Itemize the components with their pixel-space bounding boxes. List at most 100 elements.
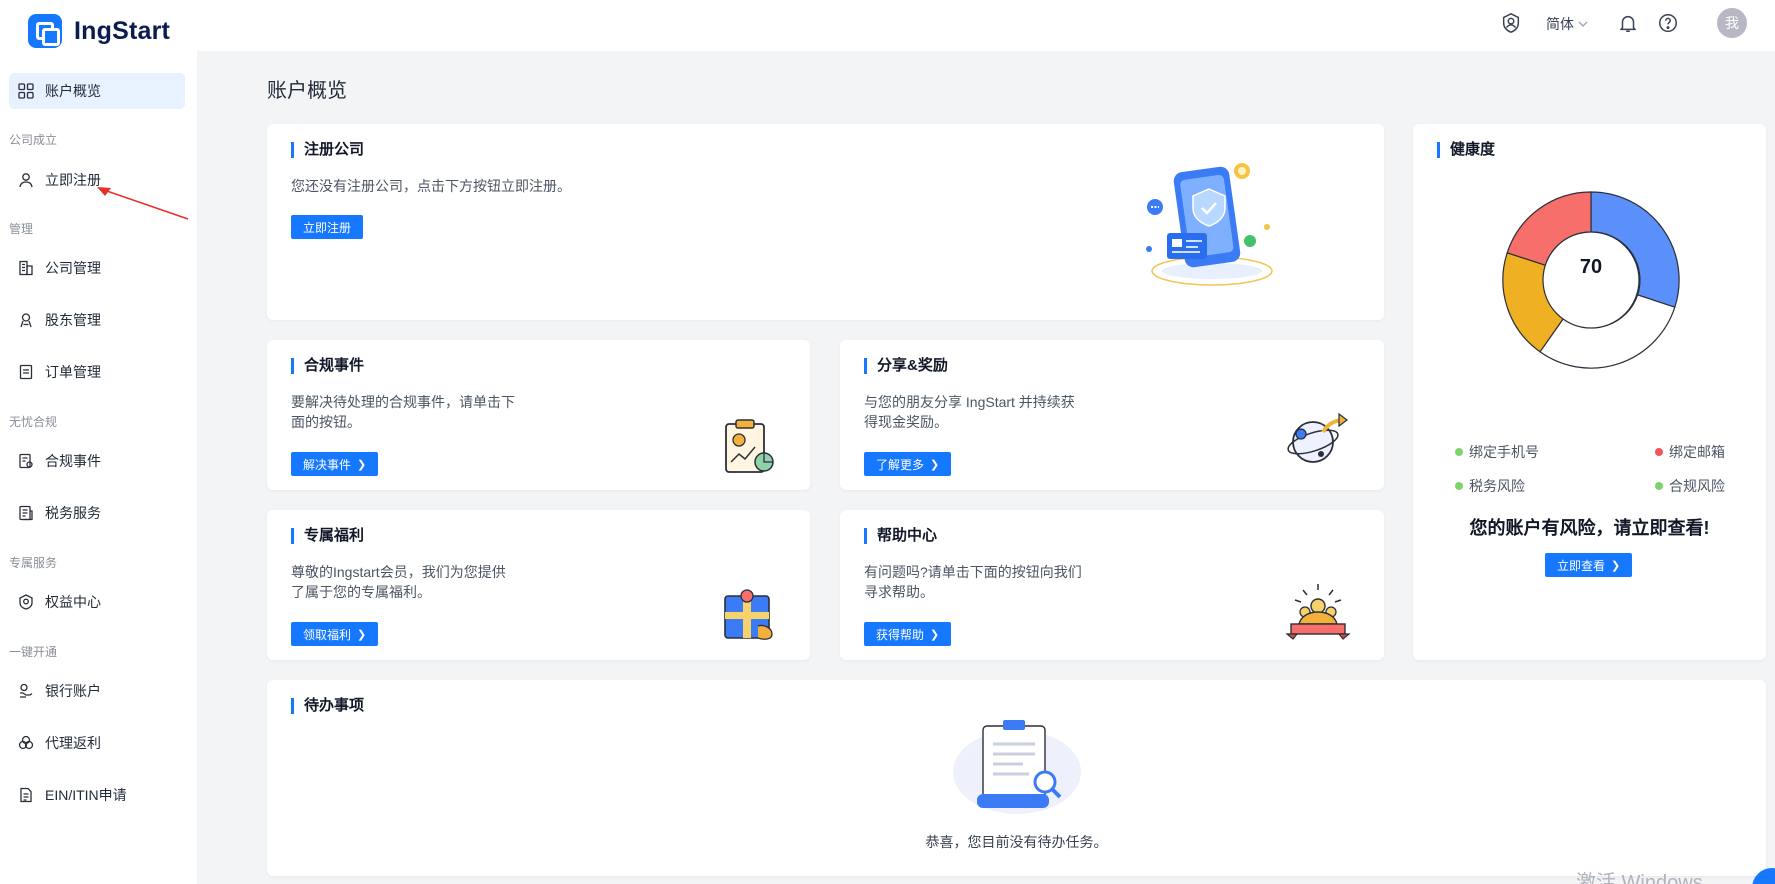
chevron-right-icon: ❯ (357, 458, 367, 471)
chevron-right-icon: ❯ (930, 628, 940, 641)
chevron-right-icon: ❯ (357, 628, 367, 641)
clipboard-chart-icon (725, 419, 774, 473)
sidebar-item-ein-itin[interactable]: EIN/ITIN申请 (9, 777, 185, 813)
todo-empty-text: 恭喜，您目前没有待办任务。 (925, 834, 1108, 850)
team-support-icon (1285, 584, 1351, 640)
health-donut-chart (1502, 191, 1680, 369)
section-company-setup: 公司成立 (9, 133, 58, 147)
risk-message: 您的账户有风险，请立即查看! (1469, 518, 1710, 538)
card-description: 要解决待处理的合规事件，请单击下 面的按钮。 (291, 394, 515, 430)
button-label: 领取福利 (303, 627, 352, 642)
card-title: 待办事项 (291, 698, 364, 714)
sidebar-item-tax-service[interactable]: 税务服务 (9, 495, 185, 531)
bell-icon[interactable] (1617, 12, 1639, 34)
status-ok-dot (1655, 482, 1663, 490)
brand-logo[interactable]: IngStart (28, 14, 170, 48)
legend-email: 绑定邮箱 (1655, 442, 1725, 462)
button-label: 获得帮助 (876, 627, 925, 642)
brand-logo-icon (28, 14, 62, 48)
sidebar-item-bank-account[interactable]: 银行账户 (9, 673, 185, 709)
user-shield-icon[interactable] (1500, 12, 1522, 34)
chevron-right-icon: ❯ (930, 458, 940, 471)
resolve-events-button[interactable]: 解决事件 ❯ (291, 452, 379, 476)
share-rewards-card: 分享&奖励 与您的朋友分享 IngStart 并持续获 得现金奖励。 了解更多 … (840, 340, 1384, 490)
learn-more-button[interactable]: 了解更多 ❯ (864, 452, 952, 476)
grid-icon (17, 82, 35, 100)
shareholder-icon (17, 311, 35, 329)
legend-compliance-risk: 合规风险 (1655, 476, 1725, 496)
hand-coin-icon (17, 682, 35, 700)
section-management: 管理 (9, 222, 34, 236)
status-ok-dot (1455, 482, 1463, 490)
sidebar-item-label: 银行账户 (45, 683, 101, 699)
sidebar-item-label: 股东管理 (45, 312, 101, 328)
help-icon[interactable] (1657, 12, 1679, 34)
chevron-down-icon (1578, 21, 1588, 27)
compliance-events-card: 合规事件 要解决待处理的合规事件，请单击下 面的按钮。 解决事件 ❯ (267, 340, 810, 490)
sidebar-item-label: 公司管理 (45, 260, 101, 276)
help-center-card: 帮助中心 有问题吗?请单击下面的按钮向我们 寻求帮助。 获得帮助 ❯ (840, 510, 1384, 660)
order-icon (17, 363, 35, 381)
button-label: 立即查看 (1557, 558, 1606, 573)
legend-tax-risk: 税务风险 (1455, 476, 1525, 496)
sidebar-item-compliance-events[interactable]: 合规事件 (9, 443, 185, 479)
user-icon (17, 171, 35, 189)
phone-security-illustration-icon (1146, 163, 1273, 286)
get-help-button[interactable]: 获得帮助 ❯ (864, 622, 952, 646)
sidebar-item-label: 代理返利 (45, 735, 101, 751)
exclusive-benefits-card: 专属福利 尊敬的Ingstart会员，我们为您提供 了属于您的专属福利。 领取福… (267, 510, 810, 660)
globe-share-icon (1287, 412, 1348, 463)
sidebar-item-label: 立即注册 (45, 172, 101, 188)
annotation-arrow-icon (97, 187, 189, 220)
checklist-icon (17, 452, 35, 470)
sidebar-item-label: 权益中心 (45, 594, 101, 610)
view-now-button[interactable]: 立即查看 ❯ (1545, 553, 1633, 577)
chevron-right-icon: ❯ (1611, 559, 1621, 572)
sidebar-item-label: EIN/ITIN申请 (45, 787, 127, 803)
gift-box-icon (724, 589, 773, 640)
section-exclusive: 专属服务 (9, 556, 58, 570)
sidebar-item-shareholder-management[interactable]: 股东管理 (9, 302, 185, 338)
sidebar-item-label: 合规事件 (45, 453, 101, 469)
tax-document-icon (17, 504, 35, 522)
card-title: 健康度 (1437, 142, 1495, 158)
building-icon (17, 259, 35, 277)
sidebar-item-overview[interactable]: 账户概览 (9, 73, 185, 109)
coins-icon (17, 734, 35, 752)
card-description: 您还没有注册公司，点击下方按钮立即注册。 (291, 178, 571, 194)
register-now-button[interactable]: 立即注册 (291, 215, 364, 239)
card-description: 尊敬的Ingstart会员，我们为您提供 了属于您的专属福利。 (291, 564, 506, 600)
sidebar-item-label: 税务服务 (45, 505, 101, 521)
windows-activation-watermark: 激活 Windows (1576, 872, 1703, 884)
section-compliance: 无忧合规 (9, 415, 58, 429)
card-title: 合规事件 (291, 358, 364, 374)
page-title: 账户概览 (267, 80, 347, 102)
button-label: 立即注册 (303, 220, 352, 235)
status-bad-dot (1655, 448, 1663, 456)
sidebar-item-agent-rebate[interactable]: 代理返利 (9, 725, 185, 761)
section-one-click: 一键开通 (9, 645, 58, 659)
sidebar-item-label: 订单管理 (45, 364, 101, 380)
user-avatar[interactable]: 我 (1717, 8, 1747, 38)
button-label: 解决事件 (303, 457, 352, 472)
card-title: 帮助中心 (864, 528, 937, 544)
card-title: 专属福利 (291, 528, 364, 544)
button-label: 了解更多 (876, 457, 925, 472)
sidebar-item-company-management[interactable]: 公司管理 (9, 250, 185, 286)
sidebar-item-benefits-center[interactable]: 权益中心 (9, 584, 185, 620)
badge-icon (17, 593, 35, 611)
status-ok-dot (1455, 448, 1463, 456)
legend-phone: 绑定手机号 (1455, 442, 1539, 462)
language-label: 简体 (1546, 16, 1574, 32)
document-icon (17, 786, 35, 804)
sidebar-item-label: 账户概览 (45, 83, 101, 99)
brand-name: IngStart (74, 16, 171, 45)
language-switch[interactable]: 简体 (1546, 14, 1588, 34)
todo-card: 待办事项 恭喜，您目前没有待办任务。 (267, 680, 1766, 876)
health-score-value: 70 (1579, 256, 1603, 278)
card-description: 有问题吗?请单击下面的按钮向我们 寻求帮助。 (864, 564, 1082, 600)
sidebar-item-order-management[interactable]: 订单管理 (9, 354, 185, 390)
claim-benefits-button[interactable]: 领取福利 ❯ (291, 622, 379, 646)
top-header: IngStart 简体 我 (0, 0, 1775, 51)
register-company-card: 注册公司 您还没有注册公司，点击下方按钮立即注册。 立即注册 (267, 124, 1384, 320)
